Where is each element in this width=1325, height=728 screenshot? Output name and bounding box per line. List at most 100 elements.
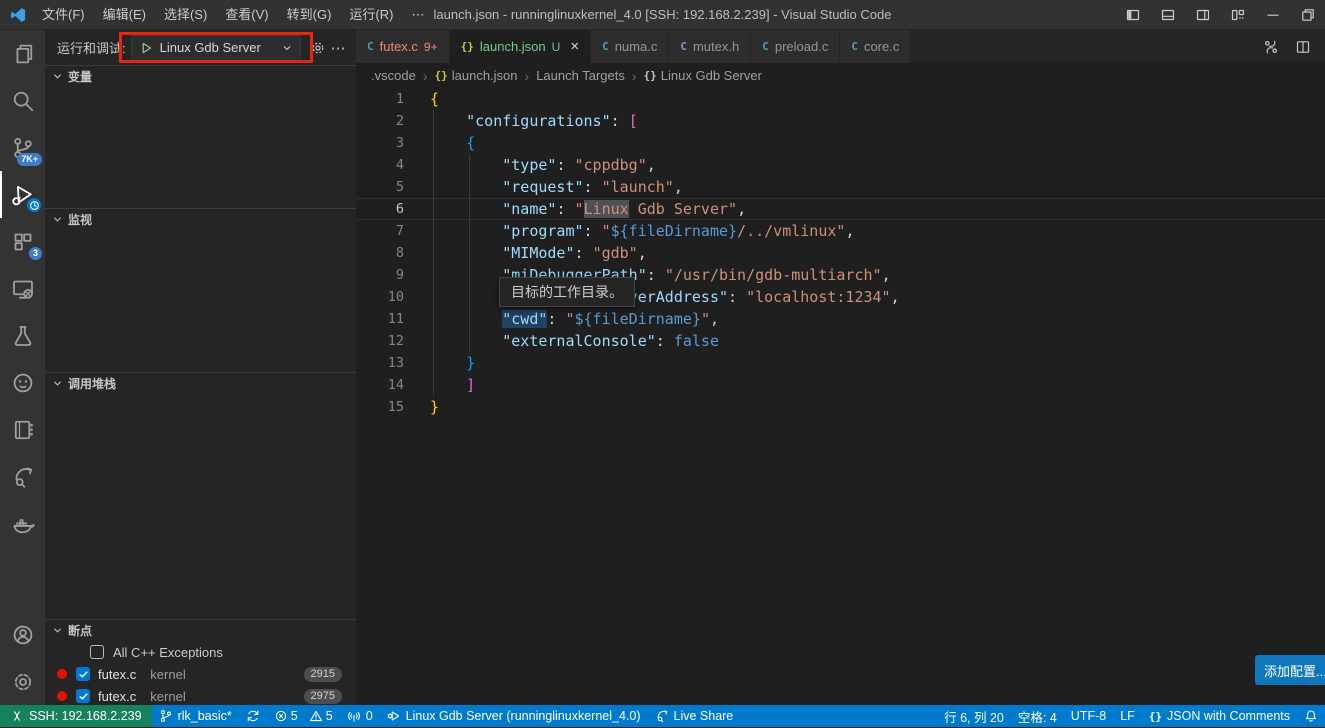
activity-remote-explorer[interactable] xyxy=(0,265,45,312)
status-cursor-position[interactable]: 行 6, 列 20 xyxy=(937,705,1011,727)
code-token: ${fileDirname} xyxy=(575,310,701,328)
status-indentation[interactable]: 空格: 4 xyxy=(1011,705,1064,727)
gear-icon[interactable] xyxy=(310,40,326,56)
split-editor-icon[interactable] xyxy=(1295,39,1311,55)
breakpoint-row-exceptions[interactable]: All C++ Exceptions xyxy=(45,641,356,663)
checkbox[interactable] xyxy=(76,689,90,703)
code-token: : xyxy=(547,310,565,328)
activity-extensions[interactable]: 3 xyxy=(0,218,45,265)
toggle-secondary-sidebar-icon[interactable] xyxy=(1185,0,1220,30)
chevron-down-icon xyxy=(281,42,293,54)
line-number: 8 xyxy=(356,242,404,264)
activity-github[interactable] xyxy=(0,359,45,406)
code-token: "MIMode" xyxy=(502,244,574,262)
minimize-icon[interactable] xyxy=(1255,0,1290,30)
menu-edit[interactable]: 编辑(E) xyxy=(94,7,155,22)
tab-label: mutex.h xyxy=(693,39,739,54)
code-token xyxy=(430,332,502,350)
code-token: "gdb" xyxy=(593,244,638,262)
open-changes-icon[interactable] xyxy=(1263,39,1279,55)
checkbox[interactable] xyxy=(76,667,90,681)
menu-file[interactable]: 文件(F) xyxy=(33,7,94,22)
activity-testing[interactable] xyxy=(0,312,45,359)
activity-explorer[interactable] xyxy=(0,30,45,77)
activity-accounts[interactable] xyxy=(0,611,45,658)
menu-selection[interactable]: 选择(S) xyxy=(155,7,216,22)
breadcrumb-item[interactable]: Launch Targets xyxy=(536,68,625,83)
bell-icon xyxy=(1304,709,1318,723)
watch-section-header[interactable]: 监视 xyxy=(45,208,356,230)
activity-docker[interactable] xyxy=(0,500,45,547)
code-token: "request" xyxy=(502,178,583,196)
activity-source-control[interactable]: 7K+ xyxy=(0,124,45,171)
activity-notebook[interactable] xyxy=(0,406,45,453)
workbench: 7K+ 3 运行和调试: Linux Gdb Server ⋯ xyxy=(0,30,1325,705)
add-configuration-button[interactable]: 添加配置... xyxy=(1255,655,1325,685)
status-debug-session[interactable]: Linux Gdb Server (runninglinuxkernel_4.0… xyxy=(380,705,648,727)
status-git-branch[interactable]: rlk_basic* xyxy=(152,705,239,727)
breadcrumb-item[interactable]: {}Linux Gdb Server xyxy=(644,68,762,83)
activity-search[interactable] xyxy=(0,77,45,124)
activity-live-share[interactable] xyxy=(0,453,45,500)
editor-group[interactable]: Cfutex.c9+{}launch.jsonU×Cnuma.cCmutex.h… xyxy=(356,30,1325,705)
code-token: : xyxy=(556,200,574,218)
debugalt-icon xyxy=(387,709,401,723)
status-live-share[interactable]: Live Share xyxy=(648,705,741,727)
tab-launch.json[interactable]: {}launch.jsonU× xyxy=(450,30,591,63)
hover-tooltip: 目标的工作目录。 xyxy=(499,277,635,307)
status-eol[interactable]: LF xyxy=(1113,705,1142,727)
docker-icon xyxy=(11,512,35,536)
close-icon[interactable]: × xyxy=(570,39,579,54)
status-encoding[interactable]: UTF-8 xyxy=(1064,705,1113,727)
status-problems[interactable]: 55 xyxy=(267,705,340,727)
status-notifications[interactable] xyxy=(1297,705,1325,727)
breakpoints-section-header[interactable]: 断点 xyxy=(45,619,356,641)
line-content: "MIMode": "gdb", xyxy=(404,242,647,264)
indent-guide xyxy=(433,110,434,396)
toggle-panel-icon[interactable] xyxy=(1150,0,1185,30)
debug-configuration-dropdown[interactable]: Linux Gdb Server xyxy=(131,35,301,61)
run-and-debug-sidebar: 运行和调试: Linux Gdb Server ⋯ xyxy=(45,30,356,705)
menu-goto[interactable]: 转到(G) xyxy=(278,7,341,22)
code-editor[interactable]: 1{2 "configurations": [3 {4 "type": "cpp… xyxy=(356,88,1325,705)
checkbox[interactable] xyxy=(90,645,104,659)
breadcrumb-item[interactable]: {}launch.json xyxy=(434,68,517,83)
code-token xyxy=(430,266,502,284)
line-content: { xyxy=(404,88,439,110)
line-content: "externalConsole": false xyxy=(404,330,719,352)
status-label: JSON with Comments xyxy=(1167,709,1290,723)
code-token: : xyxy=(584,178,602,196)
activity-run-and-debug[interactable] xyxy=(0,171,45,218)
status-sync[interactable] xyxy=(239,705,267,727)
menu-run[interactable]: 运行(R) xyxy=(340,7,402,22)
restore-icon[interactable] xyxy=(1290,0,1325,30)
more-actions-icon[interactable]: ⋯ xyxy=(331,39,347,57)
status-remote-host[interactable]: SSH: 192.168.2.239 xyxy=(0,705,152,727)
status-forwarded-ports[interactable]: 0 xyxy=(340,705,380,727)
tab-mutex.h[interactable]: Cmutex.h xyxy=(669,30,751,63)
customize-layout-icon[interactable] xyxy=(1220,0,1255,30)
status-count: 5 xyxy=(291,709,298,723)
tab-numa.c[interactable]: Cnuma.c xyxy=(591,30,669,63)
tab-preload.c[interactable]: Cpreload.c xyxy=(751,30,840,63)
breadcrumb-item[interactable]: .vscode xyxy=(371,68,416,83)
tab-core.c[interactable]: Ccore.c xyxy=(840,30,911,63)
variables-section-header[interactable]: 变量 xyxy=(45,65,356,87)
breakpoint-row[interactable]: futex.ckernel2975 xyxy=(45,685,356,705)
activity-settings[interactable] xyxy=(0,658,45,705)
menu-more[interactable]: ⋯ xyxy=(402,7,433,22)
status-language-mode[interactable]: {}JSON with Comments xyxy=(1142,705,1297,727)
code-token: " xyxy=(565,310,574,328)
tab-futex.c[interactable]: Cfutex.c9+ xyxy=(356,30,450,63)
account-icon xyxy=(11,623,35,647)
line-number: 6 xyxy=(356,198,404,220)
status-label: Live Share xyxy=(674,709,734,723)
code-token: , xyxy=(674,178,683,196)
status-bar: SSH: 192.168.2.239rlk_basic* 550Linux Gdb… xyxy=(0,705,1325,727)
toggle-primary-sidebar-icon[interactable] xyxy=(1115,0,1150,30)
breakpoint-row[interactable]: futex.ckernel2915 xyxy=(45,663,356,685)
menu-view[interactable]: 查看(V) xyxy=(216,7,277,22)
call-stack-section-header[interactable]: 调用堆栈 xyxy=(45,372,356,394)
status-label: 行 6, 列 20 xyxy=(944,707,1004,726)
code-line: 5 "request": "launch", xyxy=(356,176,1325,198)
